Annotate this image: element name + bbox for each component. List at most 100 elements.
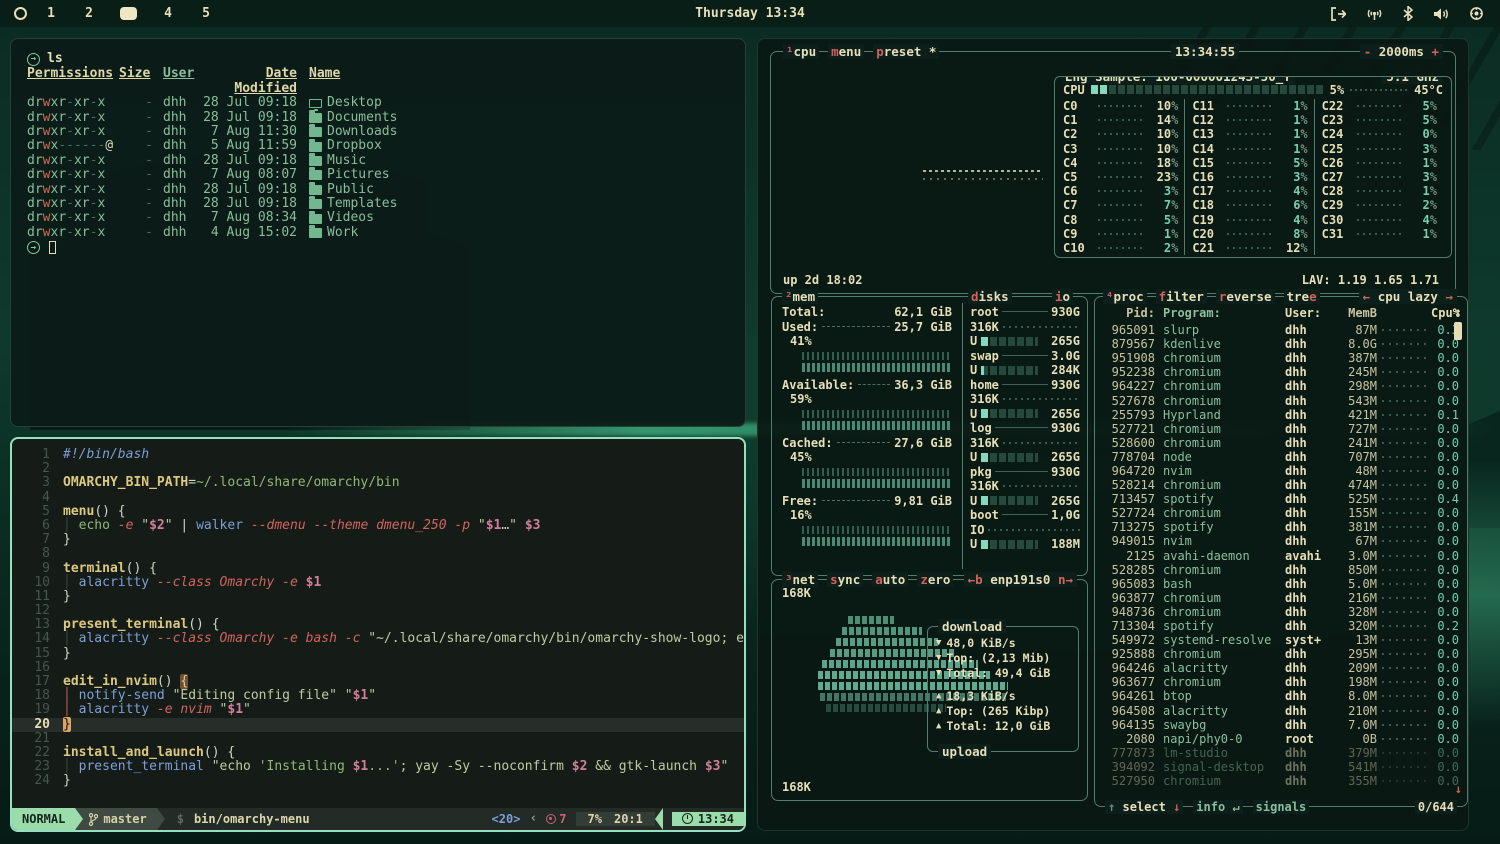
powerline-separator	[655, 808, 663, 830]
code-line: 21	[12, 732, 744, 746]
logout-icon[interactable]	[1330, 7, 1346, 21]
process-row[interactable]: 952238chromiumdhh245M0.0	[1103, 365, 1459, 379]
process-row[interactable]: 528285chromiumdhh850M0.0	[1103, 563, 1459, 577]
process-row[interactable]: 549972systemd-resolvesyst+13M0.0	[1103, 633, 1459, 647]
scroll-up-icon[interactable]: ↑	[1454, 305, 1461, 319]
reverse-button[interactable]: reverse	[1216, 289, 1275, 304]
net-stat-row: ▲Total: 12,0 GiB	[936, 718, 1070, 733]
process-row[interactable]: 948736chromiumdhh328M0.0	[1103, 605, 1459, 619]
file-row: drwxr-xr-x-dhh28 Jul 09:18Desktop	[27, 96, 729, 110]
select-control[interactable]: ↑ select ↓	[1105, 800, 1183, 814]
vim-mode-badge: NORMAL	[12, 808, 75, 830]
process-row[interactable]: 963877chromiumdhh216M0.0	[1103, 591, 1459, 605]
prompt-line-2[interactable]: →	[27, 241, 729, 254]
scroll-down-icon[interactable]: ↓	[1455, 782, 1462, 796]
core-row: C163%	[1192, 170, 1307, 184]
code-line: 19│ alacritty -e nvim "$1"	[12, 703, 744, 717]
terminal-window-ls: → ls Permissions Size User Date Modified…	[10, 38, 746, 427]
process-row[interactable]: 528214chromiumdhh474M0.0	[1103, 478, 1459, 492]
interval-value: 2000ms	[1379, 44, 1424, 59]
bluetooth-icon[interactable]	[1403, 6, 1413, 21]
core-row: C208%	[1192, 227, 1307, 241]
process-row[interactable]: 964227chromiumdhh298M0.0	[1103, 379, 1459, 393]
process-row[interactable]: 527724chromiumdhh155M0.0	[1103, 506, 1459, 520]
core-row: C235%	[1322, 113, 1437, 127]
network-icon[interactable]	[1366, 7, 1383, 21]
time-segment: 13:34	[672, 812, 744, 826]
editor-window[interactable]: 1#!/bin/bash23OMARCHY_BIN_PATH=~/.local/…	[10, 437, 746, 832]
tree-button[interactable]: tree	[1284, 289, 1320, 304]
disk-entry: root930G	[970, 305, 1080, 320]
mem-row: Available:36,3 GiB	[782, 378, 952, 393]
signals-control[interactable]: signals	[1253, 800, 1310, 814]
process-row[interactable]: 777873lm-studiodhh379M0.0	[1103, 746, 1459, 760]
settings-icon[interactable]	[1469, 6, 1484, 21]
info-control[interactable]: info ↵	[1193, 800, 1242, 814]
folder-icon	[309, 113, 322, 123]
iface-name: enp191s0	[990, 572, 1050, 587]
file-row: drwxr-xr-x-dhh28 Jul 09:18Templates	[27, 197, 729, 211]
process-row[interactable]: 925888chromiumdhh295M0.0	[1103, 647, 1459, 661]
filter-button[interactable]: filter	[1156, 289, 1207, 304]
process-row[interactable]: 2125avahi-daemonavahi3.0M0.0	[1103, 549, 1459, 563]
process-row[interactable]: 965091slurpdhh87M0.3	[1103, 323, 1459, 337]
process-row[interactable]: 964720nvimdhh48M0.0	[1103, 464, 1459, 478]
process-row[interactable]: 963677chromiumdhh198M0.0	[1103, 675, 1459, 689]
process-row[interactable]: 713457spotifydhh525M0.4	[1103, 492, 1459, 506]
cpu-total-percent: 5%	[1330, 83, 1344, 97]
process-row[interactable]: 879567kdenlivedhh8.0G0.0	[1103, 337, 1459, 351]
process-row[interactable]: 964261btopdhh8.0M0.0	[1103, 689, 1459, 703]
interval-minus-button[interactable]: -	[1364, 44, 1372, 59]
iface-next-button[interactable]: n→	[1050, 572, 1073, 587]
process-row[interactable]: 713275spotifydhh381M0.0	[1103, 520, 1459, 534]
folder-icon	[309, 127, 322, 137]
folder-icon	[309, 156, 322, 166]
process-row[interactable]: 527950chromiumdhh355M0.0	[1103, 774, 1459, 788]
process-row[interactable]: 949015nvimdhh67M0.0	[1103, 534, 1459, 548]
col-memory[interactable]: MemB	[1331, 306, 1377, 320]
core-row: C91%	[1063, 227, 1178, 241]
menu-button[interactable]: menu	[828, 44, 864, 59]
process-row[interactable]: 964508alacrittydhh210M0.0	[1103, 704, 1459, 718]
folder-icon	[309, 142, 322, 152]
editor-lines[interactable]: 1#!/bin/bash23OMARCHY_BIN_PATH=~/.local/…	[12, 439, 744, 789]
code-line: 23│ present_terminal "echo 'Installing $…	[12, 760, 744, 774]
iface-prev-button[interactable]: ←b	[968, 572, 991, 587]
git-branch-icon	[89, 813, 98, 826]
process-row[interactable]: 527721chromiumdhh727M0.0	[1103, 422, 1459, 436]
col-pid[interactable]: Pid:	[1103, 306, 1155, 320]
diagnostics: 7	[546, 812, 566, 826]
sort-next-button[interactable]: →	[1445, 289, 1453, 304]
core-row: C523%	[1063, 170, 1178, 184]
auto-button[interactable]: auto	[872, 572, 908, 587]
file-row: drwxr-xr-x-dhh7 Aug 11:30Downloads	[27, 125, 729, 139]
core-row: C311%	[1322, 227, 1437, 241]
process-row[interactable]: 964135swaybgdhh7.0M0.0	[1103, 718, 1459, 732]
process-row[interactable]: 527678chromiumdhh543M0.0	[1103, 393, 1459, 407]
process-row[interactable]: 964246alacrittydhh209M0.0	[1103, 661, 1459, 675]
col-program[interactable]: Program:	[1155, 306, 1285, 320]
process-row[interactable]: 528600chromiumdhh241M0.0	[1103, 436, 1459, 450]
volume-icon[interactable]	[1433, 7, 1449, 21]
process-row[interactable]: 255793Hyprlanddhh421M0.1	[1103, 408, 1459, 422]
core-row: C141%	[1192, 142, 1307, 156]
process-row[interactable]: 951908chromiumdhh387M0.0	[1103, 351, 1459, 365]
sync-button[interactable]: sync	[827, 572, 863, 587]
prompt-icon: →	[27, 53, 40, 66]
process-row[interactable]: 2080napi/phy0-0root0B0.0	[1103, 732, 1459, 746]
process-row[interactable]: 965083bashdhh5.0M0.0	[1103, 577, 1459, 591]
filetype-icon: $	[177, 812, 184, 826]
core-row: C273%	[1322, 170, 1437, 184]
ls-header-date: Date Modified	[201, 67, 297, 96]
mem-graph	[802, 466, 950, 490]
scrollbar-thumb[interactable]	[1454, 322, 1462, 340]
interval-plus-button[interactable]: +	[1431, 44, 1439, 59]
zero-button[interactable]: zero	[917, 572, 953, 587]
preset-button[interactable]: preset *	[873, 44, 939, 59]
process-row[interactable]: 713304spotifydhh320M0.2	[1103, 619, 1459, 633]
col-user[interactable]: User:	[1285, 306, 1331, 320]
statusline: NORMAL master $ bin/omarchy-menu <20> ‹ …	[12, 808, 744, 830]
process-row[interactable]: 394092signal-desktopdhh541M0.0	[1103, 760, 1459, 774]
disk-list: root930G316KU265Gswap3.0GU284Khome930G31…	[962, 303, 1088, 569]
process-row[interactable]: 778704nodedhh707M0.0	[1103, 450, 1459, 464]
